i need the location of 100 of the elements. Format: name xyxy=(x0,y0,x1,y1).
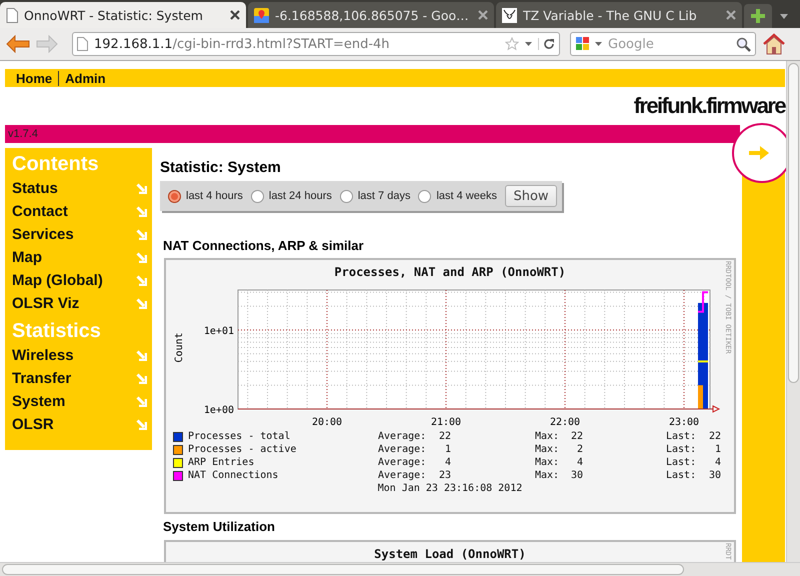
legend-label: Max: xyxy=(535,444,558,455)
legend-value: 23 xyxy=(438,470,451,481)
tick-label: 22:00 xyxy=(550,417,580,428)
url-text: 192.168.1.1/cgi-bin-rrd3.html?START=end-4h xyxy=(94,36,391,52)
legend-value: 1 xyxy=(444,444,451,455)
sidebar-link[interactable]: Transfer xyxy=(12,370,72,387)
round-arrow-button[interactable] xyxy=(732,123,786,183)
browser-tab[interactable]: -6.168588,106.865075 - Goo… xyxy=(248,2,494,28)
legend-value: 30 xyxy=(570,470,583,481)
new-tab-button[interactable] xyxy=(744,4,772,28)
sidebar-heading: Statistics xyxy=(12,319,102,344)
legend-value: 4 xyxy=(576,457,583,468)
caret-icon[interactable] xyxy=(780,14,788,18)
tick-label: 1e+01 xyxy=(204,326,234,337)
legend-label: Average: xyxy=(378,457,426,468)
tick-label: 20:00 xyxy=(312,417,342,428)
diagonal-arrow-icon[interactable] xyxy=(136,183,147,194)
legend-value: 30 xyxy=(708,470,721,481)
sidebar-heading: Contents xyxy=(12,152,100,177)
sidebar-link[interactable]: OLSR Viz xyxy=(12,295,80,312)
section-heading: NAT Connections, ARP & similar xyxy=(163,238,365,254)
radio-label[interactable]: last 4 weeks xyxy=(436,190,497,202)
map-pin-icon xyxy=(254,8,269,22)
sidebar-link[interactable]: Map xyxy=(12,249,42,266)
legend-label: Max: xyxy=(535,431,558,442)
legend-label: Last: xyxy=(666,431,696,442)
radio-label[interactable]: last 4 hours xyxy=(186,190,243,202)
diagonal-arrow-icon[interactable] xyxy=(136,298,147,309)
legend-label: Last: xyxy=(666,457,696,468)
graph-title: Processes, NAT and ARP (OnnoWRT) xyxy=(334,265,566,279)
legend-name: ARP Entries xyxy=(188,457,256,468)
graph-timestamp: Mon Jan 23 23:16:08 2012 xyxy=(376,482,524,495)
page-title: Statistic: System xyxy=(160,159,282,177)
radio-label[interactable]: last 7 days xyxy=(358,190,410,202)
legend-name: Processes - active xyxy=(188,444,298,455)
diagonal-arrow-icon[interactable] xyxy=(136,350,147,361)
legend-value: 1 xyxy=(714,444,721,455)
legend-label: Last: xyxy=(666,470,696,481)
legend-label: Average: xyxy=(378,444,426,455)
diagonal-arrow-icon[interactable] xyxy=(136,206,147,217)
legend-label: Average: xyxy=(378,470,426,481)
plus-icon xyxy=(750,8,766,24)
logo-text: freifunk.firmware xyxy=(634,93,785,119)
radio-label[interactable]: last 24 hours xyxy=(268,190,332,202)
forward-arrow-icon[interactable] xyxy=(36,35,58,53)
diagonal-arrow-icon[interactable] xyxy=(136,275,147,286)
vertical-scrollbar[interactable] xyxy=(786,61,800,562)
radio-button[interactable] xyxy=(168,190,181,202)
legend-name: Processes - total xyxy=(188,431,292,442)
legend-value: 2 xyxy=(576,444,583,455)
search-icon[interactable] xyxy=(736,36,751,52)
caret-icon[interactable] xyxy=(525,42,532,46)
browser-tab[interactable]: OnnoWRT - Statistic: System xyxy=(0,2,246,28)
diagonal-arrow-icon[interactable] xyxy=(136,252,147,263)
address-field[interactable]: 192.168.1.1/cgi-bin-rrd3.html?START=end-4h xyxy=(72,32,560,56)
nav-link[interactable]: Admin xyxy=(58,70,112,86)
sidebar-link[interactable]: Map (Global) xyxy=(12,272,103,289)
axis-label: Count xyxy=(174,332,185,363)
right-arrow-icon xyxy=(748,144,770,162)
legend-value: 4 xyxy=(444,457,451,468)
legend-value: 4 xyxy=(714,457,721,468)
legend-label: Last: xyxy=(666,444,696,455)
sidebar-link[interactable]: Wireless xyxy=(12,347,74,364)
tick-label: 21:00 xyxy=(430,417,462,428)
home-icon[interactable] xyxy=(762,33,786,55)
radio-button[interactable] xyxy=(340,190,353,202)
radio-button[interactable] xyxy=(418,190,432,202)
search-bar[interactable]: Google xyxy=(570,32,756,56)
legend-value: 22 xyxy=(570,431,583,442)
graph-title: System Load (OnnoWRT) xyxy=(374,547,526,561)
version-label: v1.7.4 xyxy=(5,125,740,143)
nav-link[interactable]: Home xyxy=(10,70,58,86)
search-input[interactable]: Google xyxy=(606,36,732,52)
section-heading: System Utilization xyxy=(163,519,276,535)
page-icon xyxy=(77,37,88,51)
tick-label: 23:00 xyxy=(668,417,700,428)
sidebar-link[interactable]: OLSR xyxy=(12,416,54,433)
horizontal-scrollbar[interactable] xyxy=(0,562,800,576)
reload-icon[interactable] xyxy=(543,38,555,50)
page-icon xyxy=(6,8,18,22)
show-button[interactable]: Show xyxy=(504,185,557,207)
star-icon[interactable] xyxy=(505,37,519,51)
legend-label: Max: xyxy=(535,457,558,468)
radio-button[interactable] xyxy=(250,190,264,202)
diagonal-arrow-icon[interactable] xyxy=(136,229,147,240)
legend-label: Max: xyxy=(535,470,558,481)
sidebar-link[interactable]: Status xyxy=(12,180,58,197)
back-arrow-icon[interactable] xyxy=(6,35,30,53)
close-icon[interactable] xyxy=(230,10,240,20)
diagonal-arrow-icon[interactable] xyxy=(136,373,147,384)
sidebar-link[interactable]: Services xyxy=(12,226,74,243)
diagonal-arrow-icon[interactable] xyxy=(136,396,147,407)
caret-icon[interactable] xyxy=(595,42,602,46)
sidebar-link[interactable]: System xyxy=(12,393,66,410)
sidebar-link[interactable]: Contact xyxy=(12,203,68,220)
browser-tab[interactable]: TZ Variable - The GNU C Lib xyxy=(496,2,742,28)
legend-label: Average: xyxy=(378,431,426,442)
legend-value: 22 xyxy=(438,431,451,442)
diagonal-arrow-icon[interactable] xyxy=(136,419,147,430)
tick-label: 1e+00 xyxy=(204,405,234,416)
